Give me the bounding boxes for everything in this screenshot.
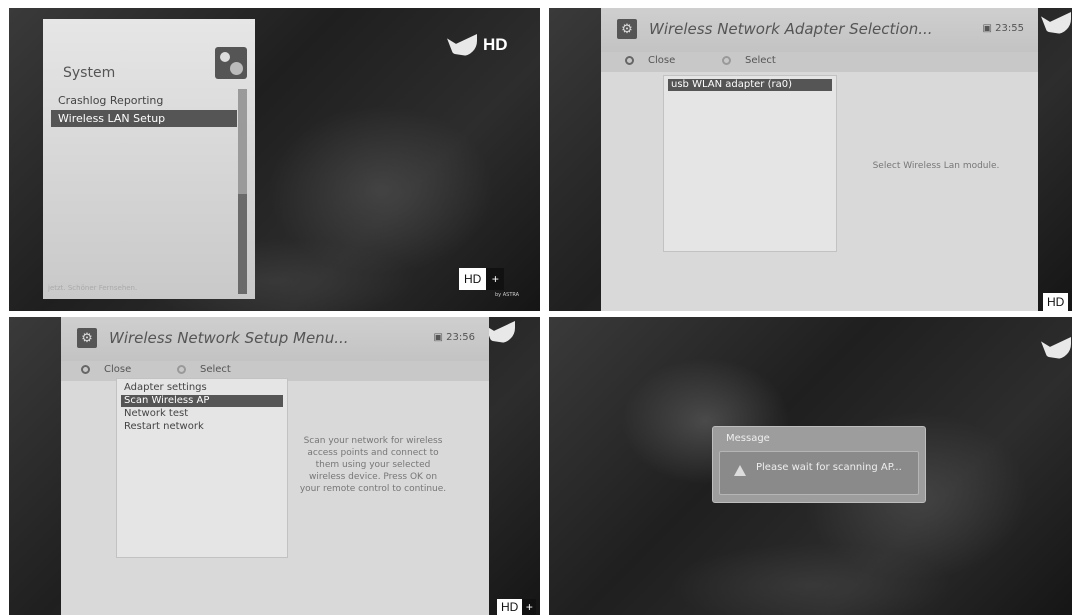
swoosh-icon — [1041, 337, 1071, 359]
select-button[interactable]: Select — [722, 55, 776, 66]
hdplus-by: by ASTRA — [495, 292, 520, 298]
menu-title: System — [63, 65, 116, 81]
panel-system-menu: HD System Crashlog Reporting Wireless LA… — [9, 8, 540, 311]
list-item-restart-network[interactable]: Restart network — [121, 421, 283, 433]
settings-icon — [215, 47, 247, 79]
message-body: Please wait for scanning AP... — [719, 451, 919, 495]
adapter-list: usb WLAN adapter (ra0) — [663, 75, 837, 252]
list-item[interactable]: usb WLAN adapter (ra0) — [668, 79, 832, 91]
hdplus-label: HD — [464, 272, 482, 286]
hd-corner-label: HD — [501, 600, 519, 614]
list-item-network-test[interactable]: Network test — [121, 408, 283, 420]
close-button[interactable]: Close — [625, 55, 675, 66]
warning-icon — [734, 465, 746, 476]
panel-wireless-setup-menu: ⚙ Wireless Network Setup Menu... ▣ 23:56… — [9, 317, 540, 615]
select-button[interactable]: Select — [177, 364, 231, 375]
clock: ▣ 23:56 — [433, 332, 475, 343]
footer-slogan: jetzt. Schöner Fernsehen. — [48, 284, 138, 292]
message-title: Message — [726, 433, 770, 444]
adapter-dialog: ⚙ Wireless Network Adapter Selection... … — [601, 8, 1038, 311]
hd-logo-text: HD — [483, 35, 508, 54]
close-label: Close — [104, 364, 132, 375]
swoosh-icon — [485, 321, 515, 343]
dialog-title: Wireless Network Setup Menu... — [109, 329, 349, 347]
red-button-icon — [625, 56, 634, 65]
hd-corner-label: HD — [1047, 295, 1065, 309]
help-text: Scan your network for wireless access po… — [299, 436, 447, 494]
hdplus-corner-badge: HD + — [497, 599, 537, 615]
setup-dialog: ⚙ Wireless Network Setup Menu... ▣ 23:56… — [61, 317, 489, 615]
menu-item-crashlog-reporting[interactable]: Crashlog Reporting — [51, 92, 237, 109]
hdplus-logo: HD + — [459, 268, 505, 290]
close-button[interactable]: Close — [81, 364, 131, 375]
hd-corner-badge: HD — [1043, 293, 1069, 311]
help-text: Select Wireless Lan module. — [872, 161, 1000, 171]
gear-icon: ⚙ — [617, 19, 637, 39]
list-item-scan-wireless-ap[interactable]: Scan Wireless AP — [121, 395, 283, 407]
message-text: Please wait for scanning AP... — [756, 462, 902, 473]
channel-logo — [1041, 12, 1071, 34]
list-item-adapter-settings[interactable]: Adapter settings — [121, 382, 283, 394]
swoosh-icon — [1041, 12, 1071, 34]
select-label: Select — [200, 364, 231, 375]
close-label: Close — [648, 55, 676, 66]
dialog-header: ⚙ Wireless Network Setup Menu... ▣ 23:56 — [61, 317, 489, 361]
message-dialog: Message Please wait for scanning AP... — [712, 426, 926, 503]
channel-logo — [1041, 337, 1071, 359]
green-button-icon — [722, 56, 731, 65]
menu-item-wireless-lan-setup[interactable]: Wireless LAN Setup — [51, 110, 237, 127]
channel-logo — [485, 321, 515, 343]
red-button-icon — [81, 365, 90, 374]
scrollbar-thumb[interactable] — [238, 89, 247, 194]
clock-time: 23:55 — [995, 23, 1024, 34]
clock: ▣ 23:55 — [982, 23, 1024, 34]
clock-time: 23:56 — [446, 332, 475, 343]
channel-logo: HD — [447, 34, 508, 56]
select-label: Select — [745, 55, 776, 66]
hd-corner-plus: + — [522, 599, 537, 615]
scrollbar[interactable] — [238, 89, 247, 294]
gear-icon: ⚙ — [77, 328, 97, 348]
button-bar: Close Select — [601, 52, 1038, 72]
green-button-icon — [177, 365, 186, 374]
swoosh-icon — [447, 34, 477, 56]
system-menu: System Crashlog Reporting Wireless LAN S… — [43, 19, 255, 299]
setup-menu-list: Adapter settings Scan Wireless AP Networ… — [116, 378, 288, 558]
dialog-header: ⚙ Wireless Network Adapter Selection... … — [601, 8, 1038, 52]
dialog-title: Wireless Network Adapter Selection... — [649, 20, 933, 38]
hdplus-plus: + — [486, 268, 505, 290]
panel-adapter-selection: ⚙ Wireless Network Adapter Selection... … — [549, 8, 1072, 311]
